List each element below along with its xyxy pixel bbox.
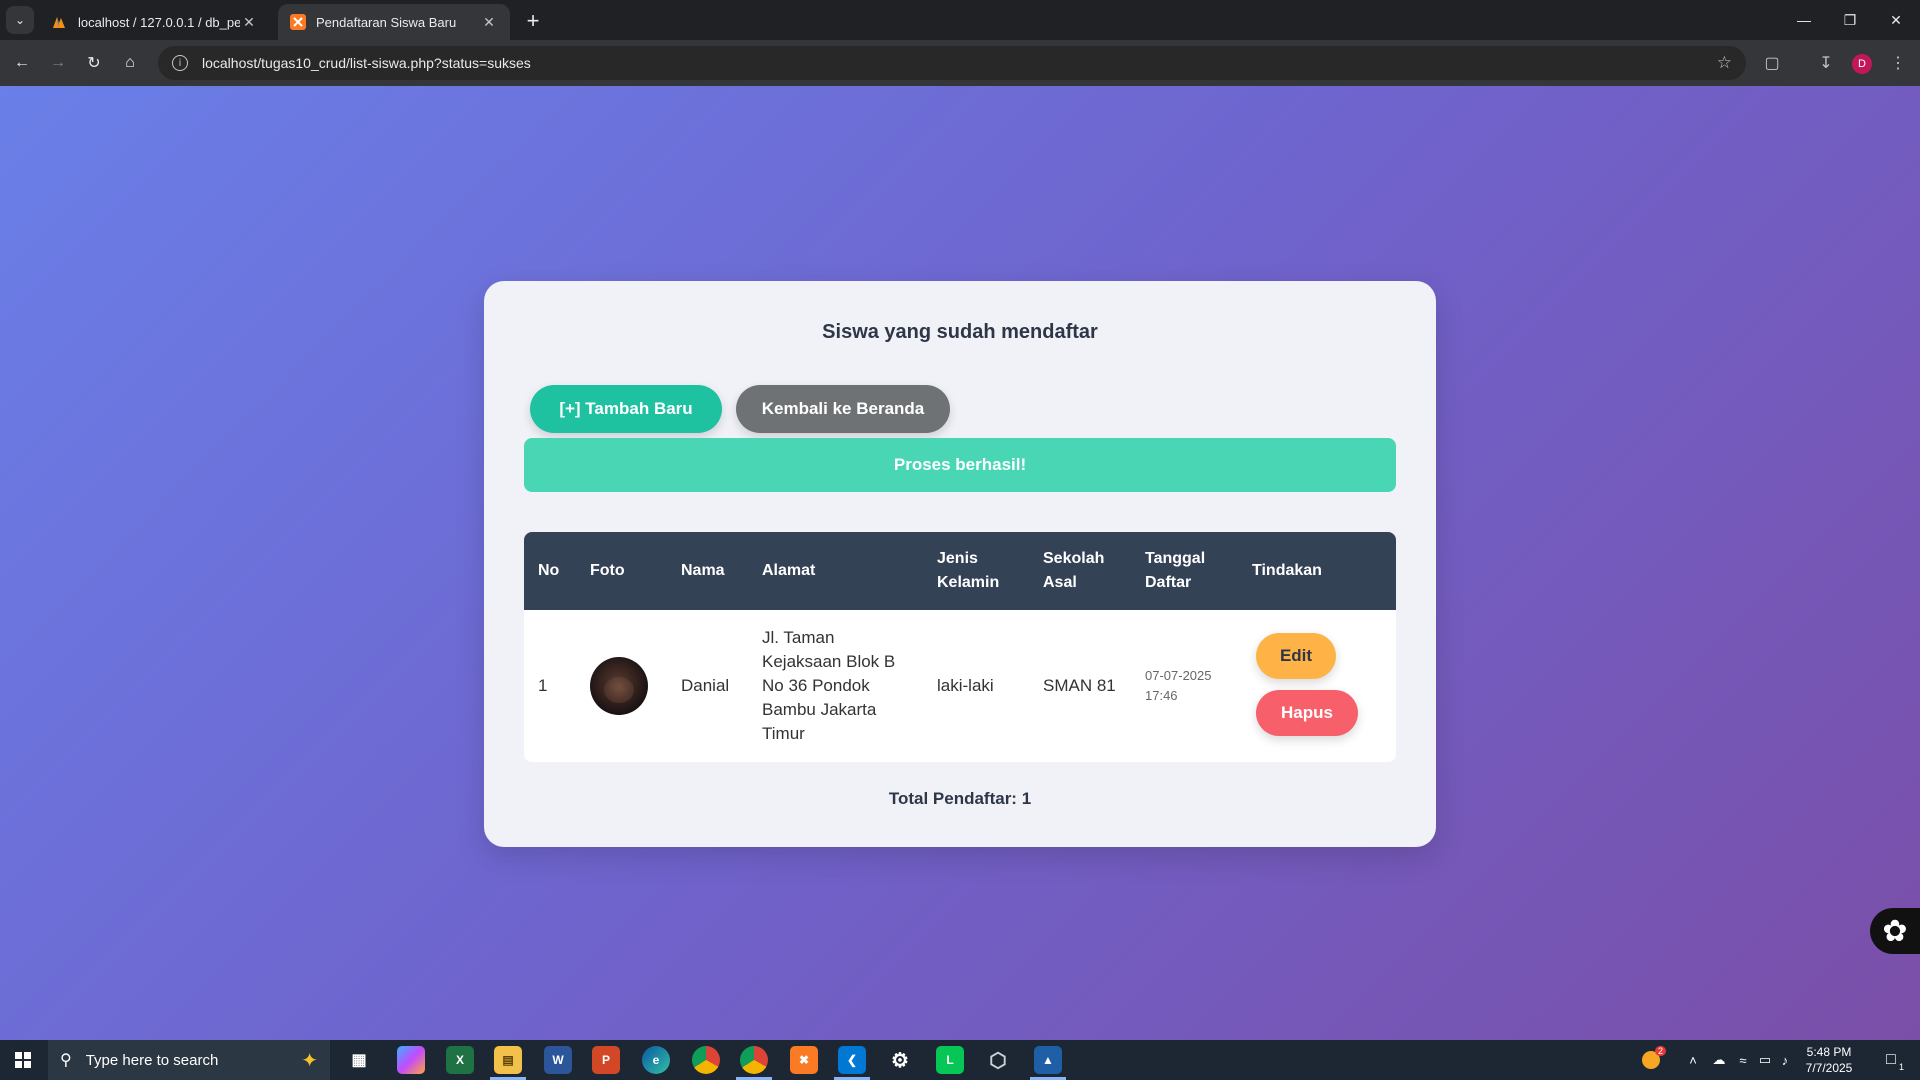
page-viewport: Siswa yang sudah mendaftar [+] Tambah Ba… — [0, 86, 1920, 1040]
xampp-icon[interactable]: ✖ — [790, 1046, 818, 1074]
search-placeholder: Type here to search — [85, 1051, 219, 1069]
cell-nama: Danial — [681, 676, 730, 695]
header-tindakan: Tindakan — [1252, 562, 1322, 579]
cell-jenis-kelamin: laki-laki — [937, 676, 994, 695]
copilot-icon[interactable] — [397, 1046, 425, 1074]
table-row: 1 Danial Jl. Taman Kejaksaan Blok B No 3… — [524, 610, 1396, 762]
weather-badge: 2 — [1654, 1046, 1666, 1056]
reload-icon[interactable]: ↻ — [80, 49, 108, 77]
chatgpt-widget-icon[interactable]: ✿ — [1870, 908, 1920, 954]
total-registrants: Total Pendaftar: 1 — [888, 789, 1032, 808]
page-title: Siswa yang sudah mendaftar — [822, 321, 1098, 343]
notification-count: 1 — [1898, 1062, 1904, 1072]
cell-sekolah-asal: SMAN 81 — [1043, 676, 1116, 695]
tab-phpmyadmin[interactable]: localhost / 127.0.0.1 / db_pend ✕ — [40, 4, 270, 40]
site-info-icon[interactable]: i — [172, 55, 188, 71]
close-window-button[interactable]: ✕ — [1868, 0, 1920, 40]
back-home-button[interactable]: Kembali ke Beranda — [736, 385, 950, 433]
header-tanggal-daftar: Tanggal Daftar — [1145, 550, 1206, 591]
weather-icon[interactable]: 2 — [1636, 1040, 1666, 1080]
student-photo — [590, 657, 648, 715]
xampp-icon — [290, 14, 306, 30]
line-icon[interactable]: L — [936, 1046, 964, 1074]
task-view-icon[interactable]: ▦ — [345, 1046, 373, 1074]
cell-no: 1 — [538, 676, 548, 695]
forward-arrow-icon[interactable]: → — [44, 49, 72, 77]
url-text: localhost/tugas10_crud/list-siswa.php?st… — [202, 55, 531, 71]
extensions-icon[interactable]: ▢ — [1758, 49, 1786, 77]
header-jenis-kelamin: Jenis Kelamin — [937, 550, 1000, 591]
back-arrow-icon[interactable]: ← — [8, 49, 36, 77]
taskbar: ⚲ Type here to search ✦ ▦ X ▤ W P e ✖ ❮ … — [0, 1040, 1920, 1080]
notification-bubble-icon: □ — [1886, 1051, 1896, 1068]
edge-icon[interactable]: e — [642, 1046, 670, 1074]
word-icon[interactable]: W — [544, 1046, 572, 1074]
photos-icon[interactable]: ▲ — [1034, 1046, 1062, 1074]
edit-button[interactable]: Edit — [1256, 633, 1336, 679]
delete-button[interactable]: Hapus — [1256, 690, 1358, 736]
battery-icon[interactable]: ▭ — [1754, 1040, 1776, 1080]
copilot-sparkle-icon: ✦ — [301, 1050, 318, 1072]
download-icon[interactable]: ↧ — [1812, 49, 1840, 77]
vscode-icon[interactable]: ❮ — [838, 1046, 866, 1074]
notification-icon[interactable]: □ 1 — [1876, 1040, 1906, 1080]
search-icon: ⚲ — [60, 1052, 72, 1069]
system-clock[interactable]: 5:48 PM 7/7/2025 — [1792, 1044, 1866, 1076]
header-foto: Foto — [590, 562, 625, 579]
header-sekolah-asal: Sekolah Asal — [1043, 550, 1105, 591]
table-header: No Foto Nama Alamat Jenis Kelamin Sekola… — [524, 532, 1396, 610]
browser-toolbar: ← → ↻ ⌂ i localhost/tugas10_crud/list-si… — [0, 40, 1920, 86]
success-alert: Proses berhasil! — [524, 438, 1396, 492]
header-no: No — [538, 562, 560, 579]
profile-avatar[interactable]: D — [1852, 54, 1872, 74]
close-icon[interactable]: ✕ — [480, 13, 498, 31]
browser-titlebar: ⌄ localhost / 127.0.0.1 / db_pend ✕ Pend… — [0, 0, 1920, 40]
tab-search-button[interactable]: ⌄ — [6, 6, 34, 34]
new-tab-button[interactable]: + — [520, 8, 546, 34]
cloud-status-icon[interactable]: ☁ — [1708, 1040, 1730, 1080]
wifi-icon[interactable]: ≈ — [1732, 1040, 1754, 1080]
address-bar[interactable]: i localhost/tugas10_crud/list-siswa.php?… — [158, 46, 1746, 80]
close-icon[interactable]: ✕ — [240, 13, 258, 31]
chrome-icon[interactable] — [692, 1046, 720, 1074]
phpmyadmin-icon — [53, 17, 65, 28]
tab-label: localhost / 127.0.0.1 / db_pend — [78, 14, 240, 30]
clock-date: 7/7/2025 — [1805, 1061, 1853, 1075]
tab-pendaftaran[interactable]: Pendaftaran Siswa Baru ✕ — [278, 4, 510, 40]
cell-foto — [590, 610, 648, 762]
header-nama: Nama — [681, 562, 725, 579]
header-alamat: Alamat — [762, 562, 816, 579]
add-new-button[interactable]: [+] Tambah Baru — [530, 385, 722, 433]
content-card: Siswa yang sudah mendaftar [+] Tambah Ba… — [484, 281, 1436, 847]
cell-tanggal-daftar: 07-07-2025 17:46 — [1145, 668, 1212, 703]
home-icon[interactable]: ⌂ — [116, 49, 144, 77]
file-explorer-icon[interactable]: ▤ — [494, 1046, 522, 1074]
chrome-profile-icon[interactable] — [740, 1046, 768, 1074]
start-button[interactable] — [0, 1040, 46, 1080]
excel-icon[interactable]: X — [446, 1046, 474, 1074]
cell-alamat: Jl. Taman Kejaksaan Blok B No 36 Pondok … — [762, 628, 896, 743]
tab-label: Pendaftaran Siswa Baru — [316, 14, 457, 30]
powerpoint-icon[interactable]: P — [592, 1046, 620, 1074]
clock-time: 5:48 PM — [1806, 1045, 1852, 1059]
chevron-down-icon: ⌄ — [14, 13, 26, 27]
app-hexagon-icon[interactable]: ⬡ — [984, 1046, 1012, 1074]
taskbar-search[interactable]: ⚲ Type here to search ✦ — [48, 1040, 330, 1080]
menu-kebab-icon[interactable]: ⋮ — [1884, 49, 1912, 77]
students-table: No Foto Nama Alamat Jenis Kelamin Sekola… — [524, 532, 1396, 762]
bookmark-star-icon[interactable]: ☆ — [1717, 53, 1732, 73]
settings-gear-icon[interactable]: ⚙ — [886, 1046, 914, 1074]
windows-icon — [15, 1052, 31, 1068]
chevron-up-icon[interactable]: ˄ — [1682, 1040, 1704, 1080]
